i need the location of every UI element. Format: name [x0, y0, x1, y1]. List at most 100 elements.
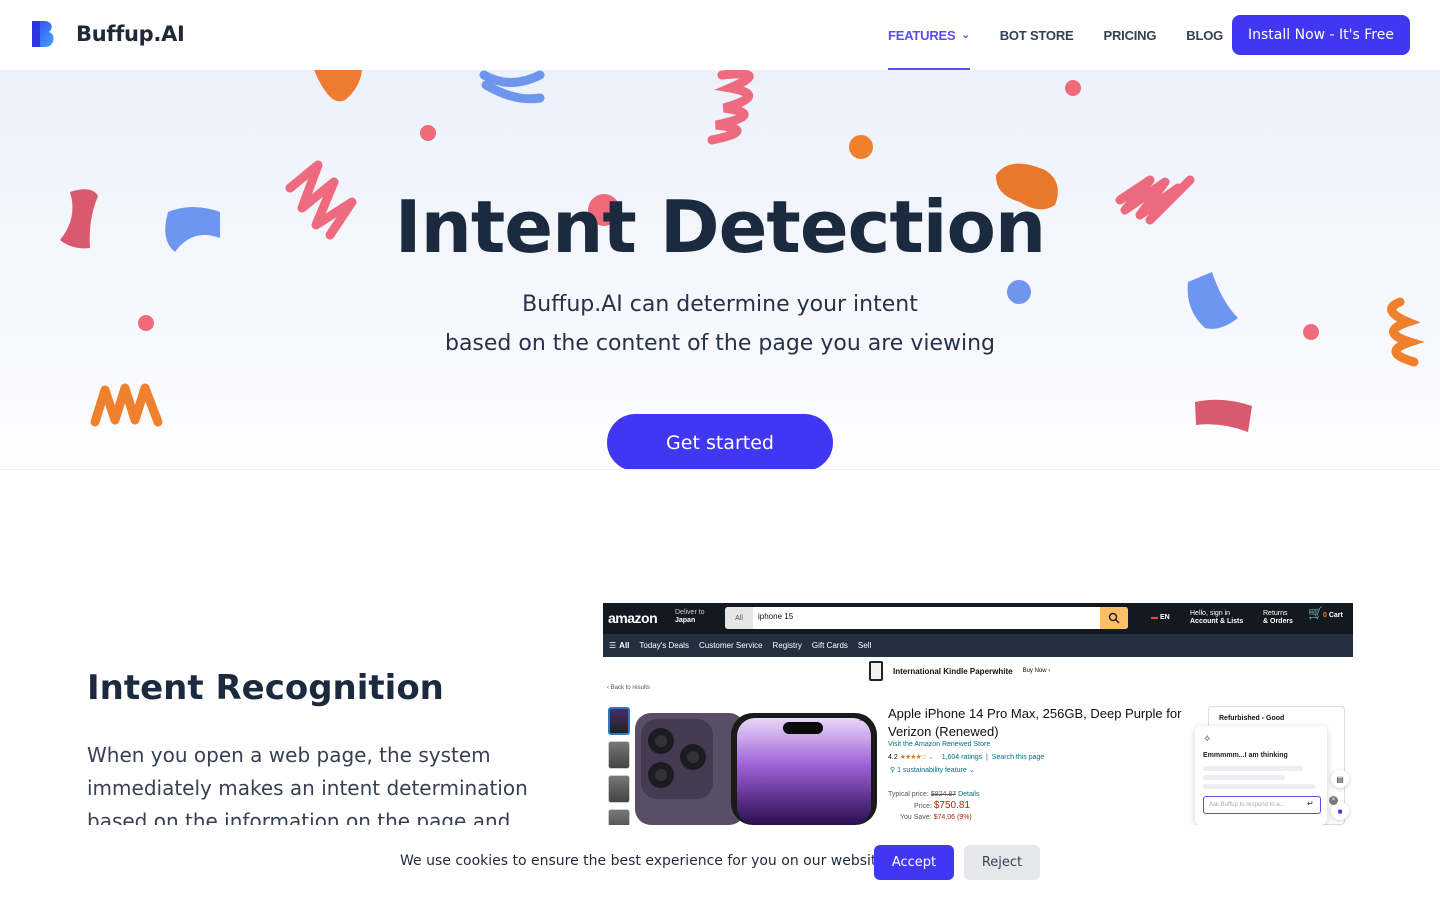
- decorative-shapes: [60, 70, 1425, 432]
- search-category: All: [725, 607, 753, 629]
- book-icon: ▤: [1331, 770, 1349, 788]
- subnav-item: Customer Service: [698, 641, 763, 650]
- search-page-link: Search this page: [991, 754, 1045, 761]
- deliver-line: Japan: [675, 617, 696, 624]
- skeleton-line: [1203, 784, 1315, 789]
- orders-line: & Orders: [1263, 618, 1293, 625]
- hero: Intent Detection Buffup.AI can determine…: [0, 70, 1440, 470]
- product-image: [635, 713, 877, 825]
- typical-label: Typical price:: [888, 791, 929, 798]
- search-query: iphone 15: [758, 612, 794, 621]
- thumbnail: [608, 741, 630, 769]
- section-body: When you open a web page, the system imm…: [87, 743, 528, 825]
- ask-buffup-input: Ask Buffup to respond to a...: [1203, 796, 1321, 814]
- product-screenshot: amazon Deliver to Japan All iphone 15 ▬ …: [603, 603, 1353, 825]
- orders-line: Returns: [1263, 610, 1288, 617]
- close-icon: ×: [1329, 796, 1338, 805]
- subnav-item: Registry: [772, 641, 802, 650]
- nav-item-features[interactable]: FEATURES ⌄: [888, 0, 970, 70]
- accept-cookies-button[interactable]: Accept: [874, 845, 954, 880]
- nav-label: BOT STORE: [999, 27, 1074, 43]
- typical-price-row: Typical price: $824.87 Details: [888, 789, 979, 800]
- cart: 🛒0 Cart: [1308, 606, 1343, 620]
- nav-item-blog[interactable]: BLOG: [1186, 0, 1223, 70]
- brand-logo[interactable]: Buffup.AI: [30, 19, 185, 49]
- orders-menu: Returns & Orders: [1263, 610, 1293, 626]
- price-value: $750.81: [933, 800, 971, 811]
- nav-label: PRICING: [1103, 27, 1157, 43]
- save-label: You Save:: [900, 814, 932, 821]
- thinking-text: Emmmmm...I am thinking: [1203, 752, 1288, 759]
- save-row: You Save: $74.06 (9%): [888, 812, 979, 823]
- star-rating-icon: ★★★★☆: [899, 754, 927, 761]
- chevron-down-icon: ⌄: [961, 29, 970, 41]
- sustainability-feature: ⚲ 1 sustainability feature ⌄: [890, 767, 975, 774]
- leaf-icon: ⚲: [890, 767, 896, 774]
- get-started-button[interactable]: Get started: [607, 414, 833, 469]
- details-link: Details: [958, 791, 980, 798]
- save-value: $74.06 (9%): [933, 814, 972, 821]
- amazon-header: amazon Deliver to Japan All iphone 15 ▬ …: [603, 603, 1353, 634]
- cart-count: 0: [1322, 612, 1327, 619]
- skeleton-line: [1203, 766, 1303, 771]
- hero-subtitle-line: Buffup.AI can determine your intent: [522, 292, 918, 317]
- nav-item-bot-store[interactable]: BOT STORE: [1000, 0, 1074, 70]
- subnav-item: All: [619, 641, 630, 650]
- language-label: EN: [1159, 614, 1170, 621]
- product-rating: 4.2 ★★★★☆ ⌄ 1,604 ratings | Search this …: [888, 754, 1045, 761]
- main-nav: FEATURES ⌄ BOT STORE PRICING BLOG: [888, 0, 1253, 70]
- store-link: Visit the Amazon Renewed Store: [888, 741, 991, 748]
- cart-icon: 🛒: [1308, 606, 1323, 620]
- skeleton-line: [1203, 775, 1285, 780]
- reject-cookies-button[interactable]: Reject: [964, 845, 1040, 880]
- rating-value: 4.2: [888, 754, 898, 761]
- refurb-label: Refurbished - Good: [1219, 715, 1285, 722]
- amazon-logo: amazon: [608, 610, 658, 626]
- product-prices: Typical price: $824.87 Details Price: $7…: [888, 789, 979, 823]
- buffup-popup: ✧ Emmmmm...I am thinking Ask Buffup to r…: [1195, 726, 1327, 825]
- subnav-item: Gift Cards: [811, 641, 848, 650]
- buffup-logo-icon: [32, 21, 54, 47]
- section-title: Intent Recognition: [87, 668, 444, 708]
- kindle-buy-link: Buy Now ›: [1022, 668, 1051, 674]
- hero-subtitle-line: based on the content of the page you are…: [444, 331, 996, 356]
- product-title: Apple iPhone 14 Pro Max, 256GB, Deep Pur…: [888, 706, 1182, 739]
- thumbnail: [608, 775, 630, 803]
- subnav-item: Today's Deals: [639, 641, 689, 650]
- account-line: Account & Lists: [1190, 618, 1244, 625]
- sustainability-label: 1 sustainability feature: [897, 767, 967, 774]
- hero-subtitle: Buffup.AI can determine your intent base…: [0, 285, 1440, 363]
- language-select: ▬ EN: [1151, 614, 1170, 622]
- rating-count: 1,604 ratings: [941, 754, 983, 761]
- kindle-banner: International Kindle Paperwhite Buy Now …: [869, 661, 1050, 681]
- amazon-subnav: ☰ All Today's Deals Customer Service Reg…: [603, 634, 1353, 657]
- back-to-results: ‹ Back to results: [607, 685, 651, 691]
- cookie-text: We use cookies to ensure the best experi…: [400, 853, 890, 869]
- typical-price: $824.87: [930, 791, 957, 798]
- kindle-title: International Kindle Paperwhite: [893, 666, 1013, 676]
- amazon-search: All iphone 15: [725, 607, 1128, 629]
- price-label: Price:: [914, 803, 932, 810]
- thumbnail: [608, 707, 630, 735]
- deliver-to: Deliver to Japan: [675, 609, 705, 625]
- price-row: Price: $750.81: [888, 800, 979, 812]
- kindle-icon: [869, 661, 883, 681]
- install-button[interactable]: Install Now - It's Free: [1232, 15, 1410, 55]
- site-header: Buffup.AI FEATURES ⌄ BOT STORE PRICING B…: [0, 0, 1440, 70]
- account-line: Hello, sign in: [1190, 610, 1231, 617]
- enter-icon: ↵: [1307, 799, 1314, 808]
- hero-title: Intent Detection: [394, 185, 1046, 269]
- cart-label: Cart: [1328, 612, 1343, 619]
- thumbnail: [608, 809, 630, 825]
- menu-icon: ☰: [609, 641, 617, 650]
- share-icon: ⇪: [857, 713, 865, 723]
- product-thumbnails: [608, 707, 630, 825]
- account-menu: Hello, sign in Account & Lists: [1190, 610, 1243, 626]
- nav-label: FEATURES: [888, 27, 956, 43]
- flag-icon: ▬: [1151, 614, 1158, 621]
- sparkle-icon: ✧: [1203, 734, 1212, 745]
- brand-name: Buffup.AI: [76, 22, 185, 46]
- nav-item-pricing[interactable]: PRICING: [1104, 0, 1157, 70]
- subnav-item: Sell: [857, 641, 872, 650]
- search-icon: [1100, 607, 1128, 629]
